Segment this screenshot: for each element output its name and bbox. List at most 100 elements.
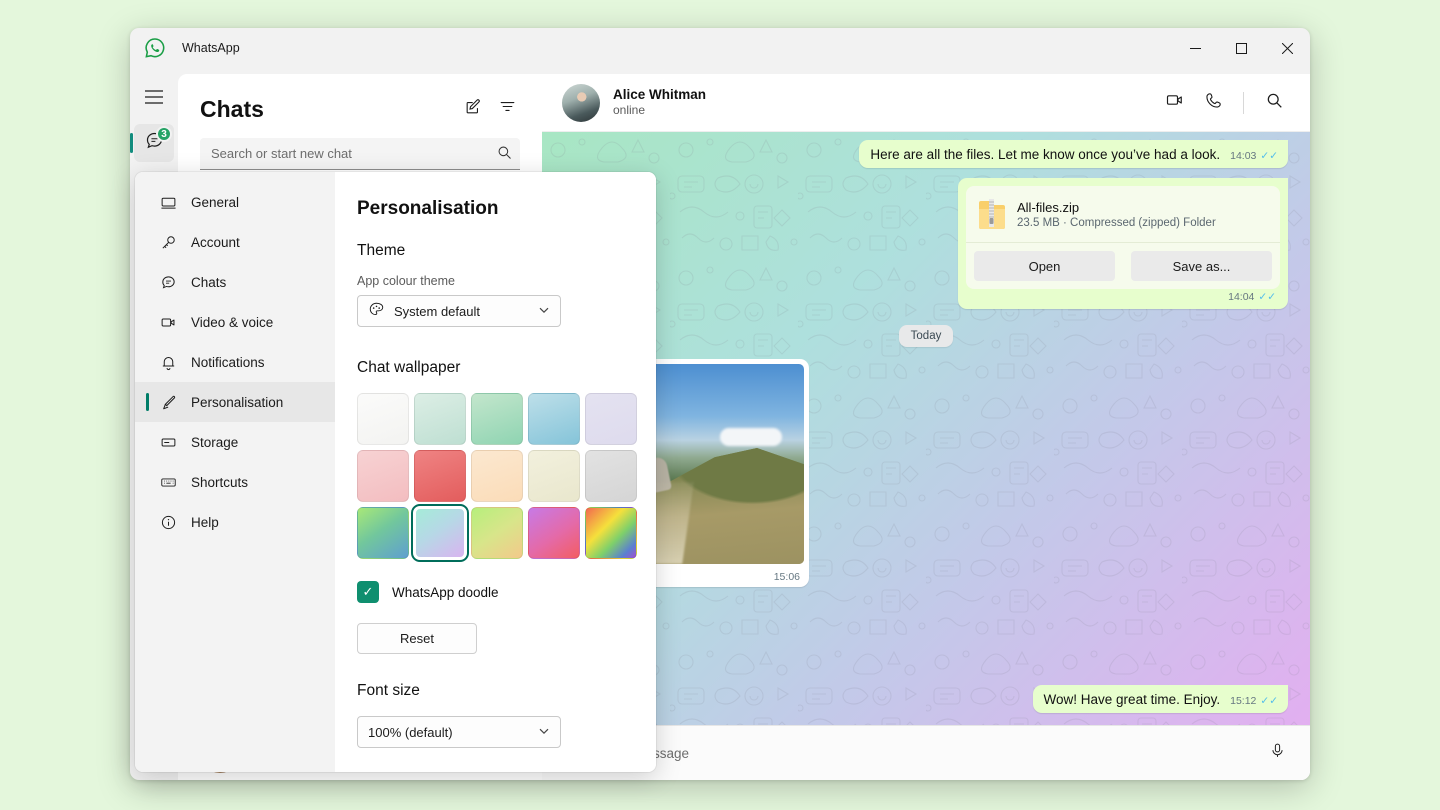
wallpaper-swatch-peach[interactable] <box>471 450 523 502</box>
monitor-icon <box>159 194 177 211</box>
wallpaper-swatch-magenta[interactable] <box>528 507 580 559</box>
wallpaper-swatch-lilac[interactable] <box>585 393 637 445</box>
whatsapp-doodle-row[interactable]: ✓ WhatsApp doodle <box>357 581 628 603</box>
settings-dialog: General Account Chats <box>135 172 656 772</box>
keyboard-icon <box>159 474 177 491</box>
voice-message-button[interactable] <box>1260 736 1294 770</box>
sidebar-item-shortcuts[interactable]: Shortcuts <box>135 462 335 502</box>
message-bubble-file[interactable]: All-files.zip 23.5 MB · Compressed (zipp… <box>958 178 1288 309</box>
save-as-button[interactable]: Save as... <box>1131 251 1272 281</box>
chevron-down-icon <box>538 725 550 740</box>
sidebar-item-label: General <box>191 195 239 210</box>
wallpaper-swatch-green[interactable] <box>471 393 523 445</box>
bell-icon <box>159 354 177 371</box>
sidebar-item-video-voice[interactable]: Video & voice <box>135 302 335 342</box>
wallpaper-swatch-pink[interactable] <box>357 450 409 502</box>
filter-chats-button[interactable] <box>490 92 524 126</box>
wallpaper-swatch-white[interactable] <box>357 393 409 445</box>
check-icon: ✓ <box>363 584 374 600</box>
message-bubble-outgoing[interactable]: Wow! Have great time. Enjoy.15:12✓✓ <box>1033 685 1288 713</box>
sidebar-item-general[interactable]: General <box>135 182 335 222</box>
chat-wallpaper-heading: Chat wallpaper <box>357 359 628 377</box>
wallpaper-swatch-blue[interactable] <box>528 393 580 445</box>
voice-call-icon <box>1204 91 1223 115</box>
wallpaper-swatch-grey[interactable] <box>585 450 637 502</box>
video-call-icon <box>1165 90 1185 115</box>
palette-icon <box>368 301 385 321</box>
open-file-button[interactable]: Open <box>974 251 1115 281</box>
sidebar-item-label: Chats <box>191 275 226 290</box>
zip-file-icon <box>979 198 1005 230</box>
font-size-select[interactable]: 100% (default) <box>357 716 561 748</box>
conversation-header-actions <box>1157 86 1292 120</box>
file-name: All-files.zip <box>1017 199 1216 218</box>
message-text: Wow! Have great time. Enjoy. <box>1044 692 1221 707</box>
search-icon <box>1266 92 1283 114</box>
sidebar-item-label: Personalisation <box>191 395 283 410</box>
message-time: 14:04 <box>1228 291 1254 303</box>
sidebar-item-label: Storage <box>191 435 238 450</box>
sidebar-item-storage[interactable]: Storage <box>135 422 335 462</box>
wallpaper-swatch-cream[interactable] <box>528 450 580 502</box>
sidebar-item-account[interactable]: Account <box>135 222 335 262</box>
key-icon <box>159 234 177 251</box>
window-controls <box>1172 28 1310 68</box>
wallpaper-swatch-grid <box>357 393 628 559</box>
page-title: Personalisation <box>357 198 628 220</box>
video-camera-icon <box>159 314 177 331</box>
message-input[interactable] <box>590 746 1260 761</box>
message-text: Here are all the files. Let me know once… <box>870 147 1220 162</box>
rail-item-chats[interactable]: 3 <box>134 124 174 162</box>
new-chat-button[interactable] <box>456 92 490 126</box>
sidebar-item-label: Video & voice <box>191 315 273 330</box>
message-composer <box>542 725 1310 780</box>
sidebar-item-label: Notifications <box>191 355 265 370</box>
file-message-meta: 14:04✓✓ <box>966 289 1280 305</box>
maximize-button[interactable] <box>1218 28 1264 68</box>
close-button[interactable] <box>1264 28 1310 68</box>
wallpaper-swatch-lime-peach[interactable] <box>471 507 523 559</box>
wallpaper-swatch-pale-mint[interactable] <box>414 393 466 445</box>
cloud-shape <box>720 428 782 446</box>
peer-info[interactable]: Alice Whitman online <box>613 86 1157 120</box>
sidebar-item-personalisation[interactable]: Personalisation <box>135 382 335 422</box>
sidebar-item-notifications[interactable]: Notifications <box>135 342 335 382</box>
search-in-chat-button[interactable] <box>1256 86 1292 120</box>
wallpaper-swatch-rainbow[interactable] <box>585 507 637 559</box>
avatar[interactable] <box>562 84 600 122</box>
sidebar-item-help[interactable]: Help <box>135 502 335 542</box>
minimize-button[interactable] <box>1172 28 1218 68</box>
message-bubble-outgoing[interactable]: Here are all the files. Let me know once… <box>859 140 1288 168</box>
chevron-down-icon <box>538 304 550 319</box>
peer-name: Alice Whitman <box>613 86 1157 104</box>
message-meta: 14:03✓✓ <box>1230 150 1278 162</box>
divider <box>1243 92 1244 114</box>
date-divider: Today <box>899 325 954 347</box>
read-receipt-ticks-icon: ✓✓ <box>1260 695 1278 707</box>
wallpaper-swatch-green-blue[interactable] <box>357 507 409 559</box>
app-title: WhatsApp <box>182 41 240 55</box>
sidebar-item-label: Shortcuts <box>191 475 248 490</box>
filter-icon <box>498 97 517 121</box>
microphone-icon <box>1269 742 1286 764</box>
wallpaper-swatch-teal-purple[interactable] <box>414 507 466 559</box>
hamburger-menu-button[interactable] <box>134 80 174 118</box>
whatsapp-doodle-label: WhatsApp doodle <box>392 585 499 600</box>
chat-list-header: Chats <box>178 74 542 132</box>
app-colour-theme-value: System default <box>394 304 480 319</box>
video-call-button[interactable] <box>1157 86 1193 120</box>
chat-list-title: Chats <box>200 96 456 123</box>
date-divider-row: Today <box>564 325 1288 347</box>
app-colour-theme-select[interactable]: System default <box>357 295 561 327</box>
reset-wallpaper-button[interactable]: Reset <box>357 623 477 654</box>
title-bar: WhatsApp <box>130 28 1310 68</box>
read-receipt-ticks-icon: ✓✓ <box>1260 150 1278 162</box>
message-row: Wow! Have great time. Enjoy.15:12✓✓ <box>564 685 1288 713</box>
whatsapp-doodle-checkbox[interactable]: ✓ <box>357 581 379 603</box>
wallpaper-swatch-red[interactable] <box>414 450 466 502</box>
voice-call-button[interactable] <box>1195 86 1231 120</box>
chat-search-input[interactable] <box>200 138 520 170</box>
peer-status: online <box>613 103 1157 119</box>
sidebar-item-chats[interactable]: Chats <box>135 262 335 302</box>
settings-content: Personalisation Theme App colour theme S… <box>335 172 656 772</box>
